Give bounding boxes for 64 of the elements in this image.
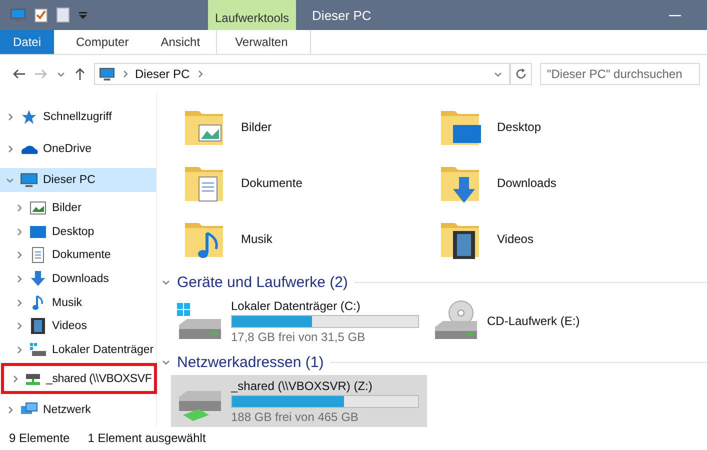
network-drive-icon (25, 372, 41, 386)
film-icon (31, 318, 45, 334)
ribbon-tab[interactable]: Computer (60, 30, 145, 54)
navigation-item[interactable]: Downloads (0, 267, 156, 291)
document-icon (32, 247, 44, 264)
free-space-text: 188 GB frei von 465 GB (231, 410, 360, 424)
navigation-item[interactable]: Videos (0, 314, 156, 338)
navigation-item[interactable]: Dokumente (0, 243, 156, 268)
address-bar[interactable]: Dieser PC (94, 63, 510, 85)
folder-name: Dokumente (241, 176, 302, 190)
ribbon-tab[interactable]: Ansicht (144, 30, 216, 54)
file-tab[interactable]: Datei (0, 30, 54, 54)
selection-count: 1 Element ausgewählt (88, 431, 206, 445)
computer-icon (20, 171, 38, 190)
folder-name: Desktop (497, 120, 542, 134)
drive-name: Lokaler Datenträger (C:) (231, 298, 362, 312)
drive-item[interactable]: Lokaler Datenträger (C:) 17,8 GB frei von 31,5 GB (171, 295, 427, 347)
context-tab-label: Laufwerktools (208, 0, 296, 30)
navigation-item[interactable]: Musik (0, 290, 156, 314)
back-arrow-icon[interactable] (12, 68, 26, 80)
music-note-icon (32, 294, 44, 311)
folder-item[interactable]: Bilder (183, 99, 439, 155)
navigation-item[interactable]: Dieser PC (0, 168, 156, 192)
folder-item[interactable]: Desktop (439, 99, 695, 155)
drive-item[interactable]: _shared (\\VBOXSVR) (Z:) 188 GB frei von 465 GB (171, 375, 427, 427)
pictures-icon (30, 200, 46, 215)
navigation-item[interactable]: _shared (\\VBOXSVF (1, 362, 157, 394)
navigation-item[interactable]: Lokaler Datenträger (0, 338, 156, 362)
folder-item[interactable]: Dokumente (183, 155, 439, 211)
drive-item[interactable]: CD-Laufwerk (E:) (427, 295, 683, 347)
up-arrow-icon[interactable] (74, 67, 86, 81)
forward-arrow-icon[interactable] (34, 68, 48, 80)
ribbon-tab[interactable]: Verwalten (216, 30, 311, 54)
download-arrow-icon (30, 270, 46, 287)
drive-name: CD-Laufwerk (E:) (487, 314, 580, 328)
folder-name: Videos (497, 232, 534, 246)
properties-icon[interactable] (34, 7, 48, 23)
folder-name: Downloads (497, 176, 556, 190)
desktop-icon (30, 224, 46, 239)
folder-name: Musik (241, 232, 272, 246)
star-icon (21, 108, 37, 125)
new-folder-icon[interactable] (56, 7, 70, 23)
navigation-item[interactable]: OneDrive (0, 136, 156, 160)
folder-name: Bilder (241, 120, 272, 134)
search-field[interactable]: "Dieser PC" durchsuchen (540, 63, 700, 85)
navigation-item[interactable]: Bilder (0, 196, 156, 220)
navigation-item[interactable]: Netzwerk (0, 398, 156, 422)
drive-icon (30, 342, 46, 357)
folder-item[interactable]: Videos (439, 211, 695, 267)
free-space-text: 17,8 GB frei von 31,5 GB (231, 330, 366, 344)
window-title: Dieser PC (312, 8, 372, 22)
computer-icon (99, 66, 115, 82)
breadcrumb[interactable]: Dieser PC (135, 67, 190, 81)
folder-item[interactable]: Musik (183, 211, 439, 267)
section-header[interactable]: Netzwerkadressen (1) (177, 354, 324, 370)
navigation-item[interactable]: Desktop (0, 220, 156, 244)
refresh-icon (515, 68, 527, 80)
item-count: 9 Elemente (9, 431, 70, 445)
navigation-item[interactable]: Schnellzugriff (0, 105, 156, 129)
section-header[interactable]: Geräte und Laufwerke (2) (177, 274, 348, 290)
computer-icon (10, 7, 26, 23)
drive-name: _shared (\\VBOXSVR) (Z:) (231, 378, 374, 392)
refresh-button[interactable] (510, 63, 532, 85)
folder-item[interactable]: Downloads (439, 155, 695, 211)
